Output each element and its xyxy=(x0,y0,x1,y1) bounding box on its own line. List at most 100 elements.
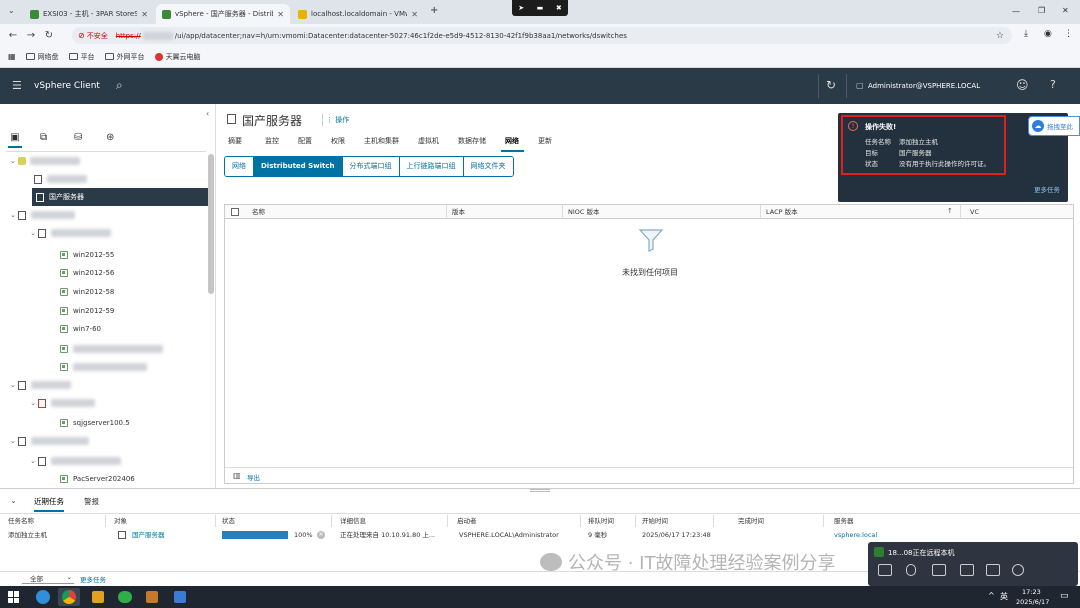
tree-vm[interactable]: win2012-58 xyxy=(60,283,114,301)
col-details[interactable]: 详细信息 xyxy=(336,515,448,527)
profile-icon[interactable]: ◉ xyxy=(1044,29,1052,39)
col-server[interactable]: 服务器 xyxy=(830,515,1064,527)
hamburger-menu-icon[interactable]: ☰ xyxy=(12,79,22,92)
col-initiator[interactable]: 启动者 xyxy=(453,515,581,527)
collapse-pane-icon[interactable]: ‹ xyxy=(206,109,209,118)
col-start[interactable]: 开始时间 xyxy=(638,515,714,527)
tab-alarms[interactable]: 警报 xyxy=(84,496,99,507)
tab-networks[interactable]: 网络 xyxy=(501,136,524,152)
tab-search-icon[interactable]: ⌄ xyxy=(8,6,15,15)
tree-vm[interactable]: PacServer202406 xyxy=(60,470,135,488)
wechat-icon[interactable] xyxy=(118,591,132,603)
search-icon[interactable]: ⌕ xyxy=(116,78,123,93)
tree-host[interactable]: ⌄ xyxy=(28,452,121,470)
close-icon[interactable]: ✕ xyxy=(277,10,284,19)
task-object-link[interactable]: 国产服务器 xyxy=(128,529,216,541)
column-header-version[interactable]: 版本 xyxy=(447,205,563,219)
chrome-icon[interactable] xyxy=(62,590,76,604)
window-minimize-icon[interactable]: — xyxy=(1012,7,1020,16)
drag-drop-widget[interactable]: ☁ 拖拽至此 xyxy=(1028,116,1080,136)
browser-tab-localhost[interactable]: localhost.localdomain - VMw ✕ xyxy=(292,4,424,24)
tree-datacenter[interactable] xyxy=(34,170,87,188)
user-menu[interactable]: Administrator@VSPHERE.LOCAL xyxy=(868,82,980,90)
chat-icon[interactable] xyxy=(878,564,892,576)
back-icon[interactable]: ← xyxy=(4,30,22,41)
menu-icon[interactable]: ⋮ xyxy=(1064,29,1073,39)
end-session-icon[interactable] xyxy=(1012,564,1024,576)
column-toggle-icon[interactable]: ▥ xyxy=(233,471,241,480)
export-link[interactable]: 导出 xyxy=(247,472,260,482)
window-close-icon[interactable]: ✕ xyxy=(1062,6,1069,15)
tree-host[interactable]: ⌄ xyxy=(28,224,111,242)
tab-hosts-clusters[interactable]: 主机和集群 xyxy=(360,136,404,152)
tree-vcenter[interactable]: ⌄ xyxy=(8,152,80,170)
help-icon[interactable]: ? xyxy=(1050,78,1056,91)
microphone-icon[interactable] xyxy=(906,564,916,576)
tab-recent-tasks[interactable]: 近期任务 xyxy=(34,496,64,512)
tree-vm[interactable]: sqjgserver100.5 xyxy=(60,414,130,432)
refresh-icon[interactable]: ↻ xyxy=(826,78,836,92)
resize-handle[interactable] xyxy=(530,489,550,492)
close-icon[interactable]: ✕ xyxy=(411,10,418,19)
col-task-name[interactable]: 任务名称 xyxy=(4,515,106,527)
minimize-remote-icon[interactable]: ▬ xyxy=(537,4,544,12)
tools-icon[interactable] xyxy=(146,591,158,603)
collapse-tasks-icon[interactable]: ⌄ xyxy=(10,496,17,505)
tree-datacenter[interactable]: ⌄ xyxy=(8,376,71,394)
apps-grid-icon[interactable]: ▦ xyxy=(8,52,16,61)
notification-icon[interactable]: ▭ xyxy=(1060,591,1069,601)
bookmark-item[interactable]: 网络盘 xyxy=(25,52,59,62)
file-transfer-icon[interactable] xyxy=(986,564,1000,576)
subtab-networks[interactable]: 网络 xyxy=(225,157,254,176)
browser-tab-exsi03[interactable]: EXSI03 - 主机 - 3PAR StoreSer ✕ xyxy=(24,4,154,24)
tree-vm[interactable]: win2012-59 xyxy=(60,302,114,320)
address-bar[interactable]: ⊘ 不安全 https:// /ui/app/datacenter;nav=h/… xyxy=(72,27,1012,44)
close-icon[interactable]: ✕ xyxy=(141,10,148,19)
bookmark-star-icon[interactable]: ☆ xyxy=(996,31,1004,41)
tree-vm[interactable] xyxy=(60,340,163,358)
ime-indicator[interactable]: 英 xyxy=(1000,591,1008,602)
edge-icon[interactable] xyxy=(36,590,50,604)
networking-view-icon[interactable]: ⊛ xyxy=(106,132,114,143)
storage-view-icon[interactable]: ⛁ xyxy=(74,132,82,143)
bookmark-item[interactable]: 平台 xyxy=(68,52,95,62)
subtab-distributed-portgroups[interactable]: 分布式端口组 xyxy=(342,157,400,176)
sort-asc-icon[interactable]: ↑ xyxy=(947,207,953,215)
tab-datastores[interactable]: 数据存储 xyxy=(454,136,491,152)
subtab-uplink-portgroups[interactable]: 上行链路端口组 xyxy=(399,157,464,176)
vms-templates-view-icon[interactable]: ⧉ xyxy=(40,132,47,143)
actions-menu[interactable]: ⋮ 操作 xyxy=(326,115,349,125)
tree-vm[interactable]: win7-60 xyxy=(60,320,101,338)
pin-icon[interactable]: ➤ xyxy=(518,4,524,12)
column-header-vc[interactable]: VC xyxy=(965,205,1073,219)
subtab-distributed-switch[interactable]: Distributed Switch xyxy=(254,157,343,176)
tray-expand-icon[interactable]: ^ xyxy=(988,591,995,600)
tab-permissions[interactable]: 权限 xyxy=(327,136,350,152)
tab-updates[interactable]: 更新 xyxy=(534,136,557,152)
tree-datacenter[interactable]: ⌄ xyxy=(8,432,89,450)
error-more-tasks-link[interactable]: 更多任务 xyxy=(1034,184,1060,194)
file-explorer-icon[interactable] xyxy=(92,591,104,603)
tab-configure[interactable]: 配置 xyxy=(294,136,317,152)
tree-datacenter[interactable]: ⌄ xyxy=(8,206,75,224)
remote-desktop-icon[interactable] xyxy=(174,591,186,603)
column-header-lacp[interactable]: LACP 版本 xyxy=(761,205,961,219)
col-queued[interactable]: 排队时间 xyxy=(584,515,636,527)
tab-monitor[interactable]: 监控 xyxy=(261,136,284,152)
task-server-link[interactable]: vsphere.local xyxy=(830,529,930,541)
browser-tab-vsphere[interactable]: vSphere - 国产服务器 - Distrib ✕ xyxy=(156,4,290,24)
tree-host-warning[interactable]: ⌄ xyxy=(28,394,95,412)
feedback-smiley-icon[interactable]: ☺ xyxy=(1016,78,1029,92)
window-restore-icon[interactable]: ❐ xyxy=(1038,6,1045,15)
more-tasks-link[interactable]: 更多任务 xyxy=(80,574,106,584)
bookmark-item[interactable]: 天翼云电脑 xyxy=(154,52,201,62)
cancel-task-icon[interactable]: ✕ xyxy=(317,531,325,539)
text-tool-icon[interactable] xyxy=(960,564,974,576)
tree-vm[interactable]: win2012-56 xyxy=(60,264,114,282)
column-header-name[interactable]: 名称 xyxy=(247,205,447,219)
tree-vm[interactable]: win2012-55 xyxy=(60,246,114,264)
tab-summary[interactable]: 摘要 xyxy=(224,136,247,152)
select-all-checkbox[interactable] xyxy=(231,208,239,216)
col-object[interactable]: 对象 xyxy=(110,515,216,527)
hosts-clusters-view-icon[interactable]: ▣ xyxy=(8,132,22,148)
